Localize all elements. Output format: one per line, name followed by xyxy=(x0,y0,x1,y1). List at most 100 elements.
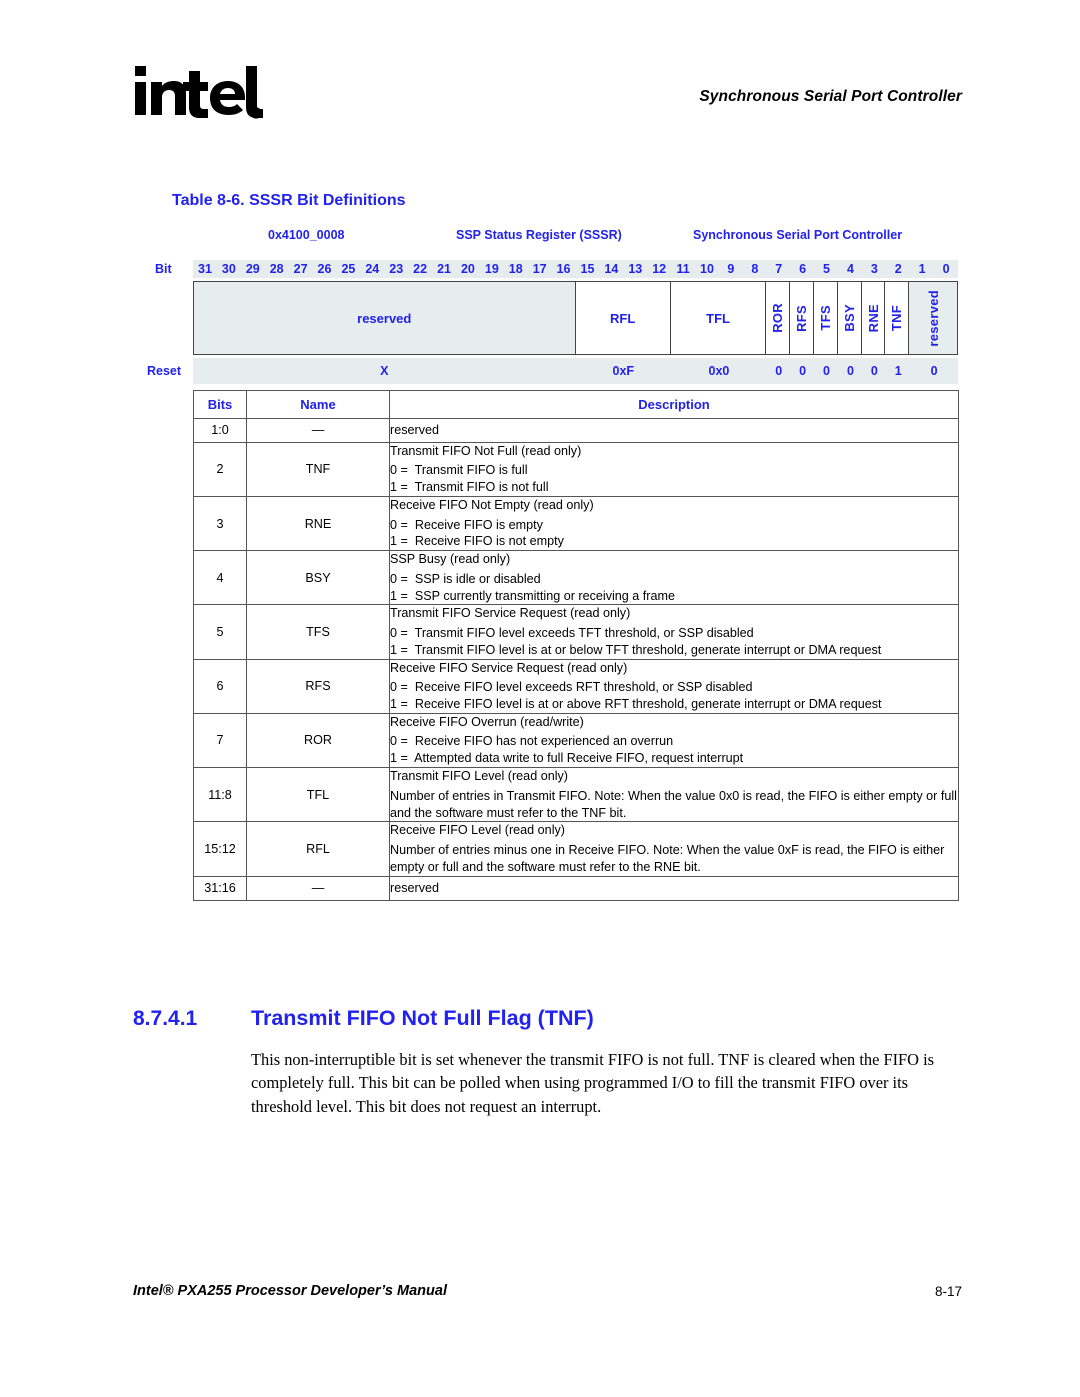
register-banner: 0x4100_0008 SSP Status Register (SSSR) S… xyxy=(193,228,958,250)
bitfield-rfl-1: RFL xyxy=(576,282,671,354)
description-option-0: 0 = SSP is idle or disabled xyxy=(390,571,541,586)
description-option-1: 1 = SSP currently transmitting or receiv… xyxy=(390,588,675,603)
svg-text:R: R xyxy=(254,110,259,118)
table-row: 2 TNF Transmit FIFO Not Full (read only) 0 … xyxy=(193,441,959,497)
bitfield-label: TNF xyxy=(889,304,905,332)
bit-number-16: 16 xyxy=(556,262,571,276)
cell-bits: 15:12 xyxy=(193,821,247,877)
description-title: Receive FIFO Overrun (read/write) xyxy=(390,714,584,729)
cell-description: reserved xyxy=(389,875,959,901)
bitfield-tfl-2: TFL xyxy=(671,282,767,354)
bit-number-28: 28 xyxy=(269,262,284,276)
bit-number-14: 14 xyxy=(604,262,619,276)
reset-values-row: X 0xF 0x0 0 0 0 0 0 1 0 xyxy=(193,358,958,384)
description-option-1: 1 = Receive FIFO level is at or above RF… xyxy=(390,697,882,712)
cell-name: RFS xyxy=(246,658,390,714)
cell-name: BSY xyxy=(246,550,390,606)
bitfield-label: TFS xyxy=(817,305,833,331)
bitfield-reserved-9: reserved xyxy=(909,282,957,354)
bit-number-9: 9 xyxy=(727,262,735,276)
bit-number-10: 10 xyxy=(700,262,714,276)
bit-number-13: 13 xyxy=(628,262,643,276)
cell-bits: 7 xyxy=(193,712,247,768)
cell-name: — xyxy=(246,418,390,443)
reset-value-5: 0 xyxy=(823,364,830,378)
column-header-bits: Bits xyxy=(193,390,247,419)
intel-logo: R xyxy=(133,62,263,124)
bit-number-0: 0 xyxy=(942,262,950,276)
bit-number-25: 25 xyxy=(341,262,356,276)
description-option-0: 0 = Transmit FIFO is full xyxy=(390,463,528,478)
table-row: 6 RFS Receive FIFO Service Request (read o… xyxy=(193,658,959,714)
reset-value-0: X xyxy=(380,364,389,378)
table-row: 1:0— reserved xyxy=(193,418,959,443)
cell-description: reserved xyxy=(389,418,959,443)
bit-number-5: 5 xyxy=(823,262,830,276)
table-row: 11:8 TFL Transmit FIFO Level (read only) Nu… xyxy=(193,766,959,823)
table-row: 7 ROR Receive FIFO Overrun (read/write) 0 =… xyxy=(193,712,959,768)
register-name: SSP Status Register (SSSR) xyxy=(456,228,622,242)
bitfield-diagram: reserved RFL TFL ROR RFS TFS BSY RNE TNF reserved xyxy=(193,281,958,355)
table-row: 5 TFS Transmit FIFO Service Request (read … xyxy=(193,604,959,660)
bitfield-label: RNE xyxy=(865,303,881,333)
description-option-0: 0 = Receive FIFO level exceeds RFT thres… xyxy=(390,680,753,695)
description-option-0: 0 = Receive FIFO is empty xyxy=(390,517,543,532)
cell-bits: 31:16 xyxy=(193,875,247,901)
description-option-0: 0 = Receive FIFO has not experienced an … xyxy=(390,734,674,749)
description-title: SSP Busy (read only) xyxy=(390,552,511,567)
cell-name: RNE xyxy=(246,495,390,552)
description-option-1: 1 = Transmit FIFO level is at or below T… xyxy=(390,642,882,657)
description-title: reserved xyxy=(390,880,439,895)
cell-name: TNF xyxy=(246,441,390,497)
cell-name: RFL xyxy=(246,821,390,877)
description-option-1: 1 = Attempted data write to full Receive… xyxy=(390,751,744,766)
bitfield-label: ROR xyxy=(770,303,786,333)
footer-manual-title: Intel® PXA255 Processor Developer’s Manu… xyxy=(133,1283,447,1299)
bitfield-label: BSY xyxy=(841,304,857,332)
chapter-title: Synchronous Serial Port Controller xyxy=(699,88,962,105)
table-header-row: Bits Name Description xyxy=(193,390,959,419)
bit-number-29: 29 xyxy=(245,262,260,276)
bit-number-31: 31 xyxy=(198,262,212,276)
bit-number-11: 11 xyxy=(676,262,690,276)
cell-bits: 1:0 xyxy=(193,418,247,443)
bit-number-19: 19 xyxy=(484,262,499,276)
cell-description: Receive FIFO Not Empty (read only) 0 = Re… xyxy=(389,495,959,552)
reset-value-6: 0 xyxy=(846,364,854,378)
cell-description: Transmit FIFO Service Request (read only… xyxy=(389,604,959,660)
description-option-0: 0 = Transmit FIFO level exceeds TFT thre… xyxy=(390,626,754,641)
reset-value-3: 0 xyxy=(775,364,783,378)
description-option-1: 1 = Receive FIFO is not empty xyxy=(390,534,564,549)
cell-bits: 11:8 xyxy=(193,766,247,823)
bit-number-row: 31 30 29 28 27 26 25 24 23 22 21 20 19 18 17 16 15 14 13 12… xyxy=(193,260,958,278)
register-unit: Synchronous Serial Port Controller xyxy=(693,228,903,242)
bitfield-label: RFS xyxy=(794,304,810,332)
bit-number-12: 12 xyxy=(652,262,667,276)
description-title: Receive FIFO Level (read only) xyxy=(390,823,565,838)
reset-row-label: Reset xyxy=(147,364,182,378)
description-title: Transmit FIFO Level (read only) xyxy=(390,768,568,783)
bit-number-30: 30 xyxy=(221,262,236,276)
bit-number-20: 20 xyxy=(460,262,475,276)
register-address: 0x4100_0008 xyxy=(268,228,345,242)
bit-number-7: 7 xyxy=(775,262,783,276)
description-title: Receive FIFO Service Request (read only) xyxy=(390,660,628,675)
bitfield-reserved-0: reserved xyxy=(194,282,576,354)
footer-page-number: 8-17 xyxy=(934,1284,962,1299)
cell-description: Receive FIFO Overrun (read/write) 0 = Rec… xyxy=(389,712,959,768)
bit-number-4: 4 xyxy=(846,262,854,276)
reset-value-2: 0x0 xyxy=(708,364,730,378)
reset-value-9: 0 xyxy=(930,364,938,378)
bit-number-21: 21 xyxy=(437,262,451,276)
reset-value-7: 0 xyxy=(870,364,878,378)
cell-name: TFL xyxy=(246,766,390,823)
bit-number-1: 1 xyxy=(918,262,926,276)
bitfield-label: TFL xyxy=(706,310,730,326)
cell-description: Receive FIFO Service Request (read only)… xyxy=(389,658,959,714)
bit-number-17: 17 xyxy=(532,262,547,276)
bit-definitions-table: Bits Name Description 1:0— reserved 2 TNF Tr… xyxy=(193,390,959,901)
bit-number-22: 22 xyxy=(413,262,428,276)
bit-number-27: 27 xyxy=(293,262,308,276)
cell-bits: 5 xyxy=(193,604,247,660)
section-number: 8.7.4.1 xyxy=(133,1007,198,1030)
